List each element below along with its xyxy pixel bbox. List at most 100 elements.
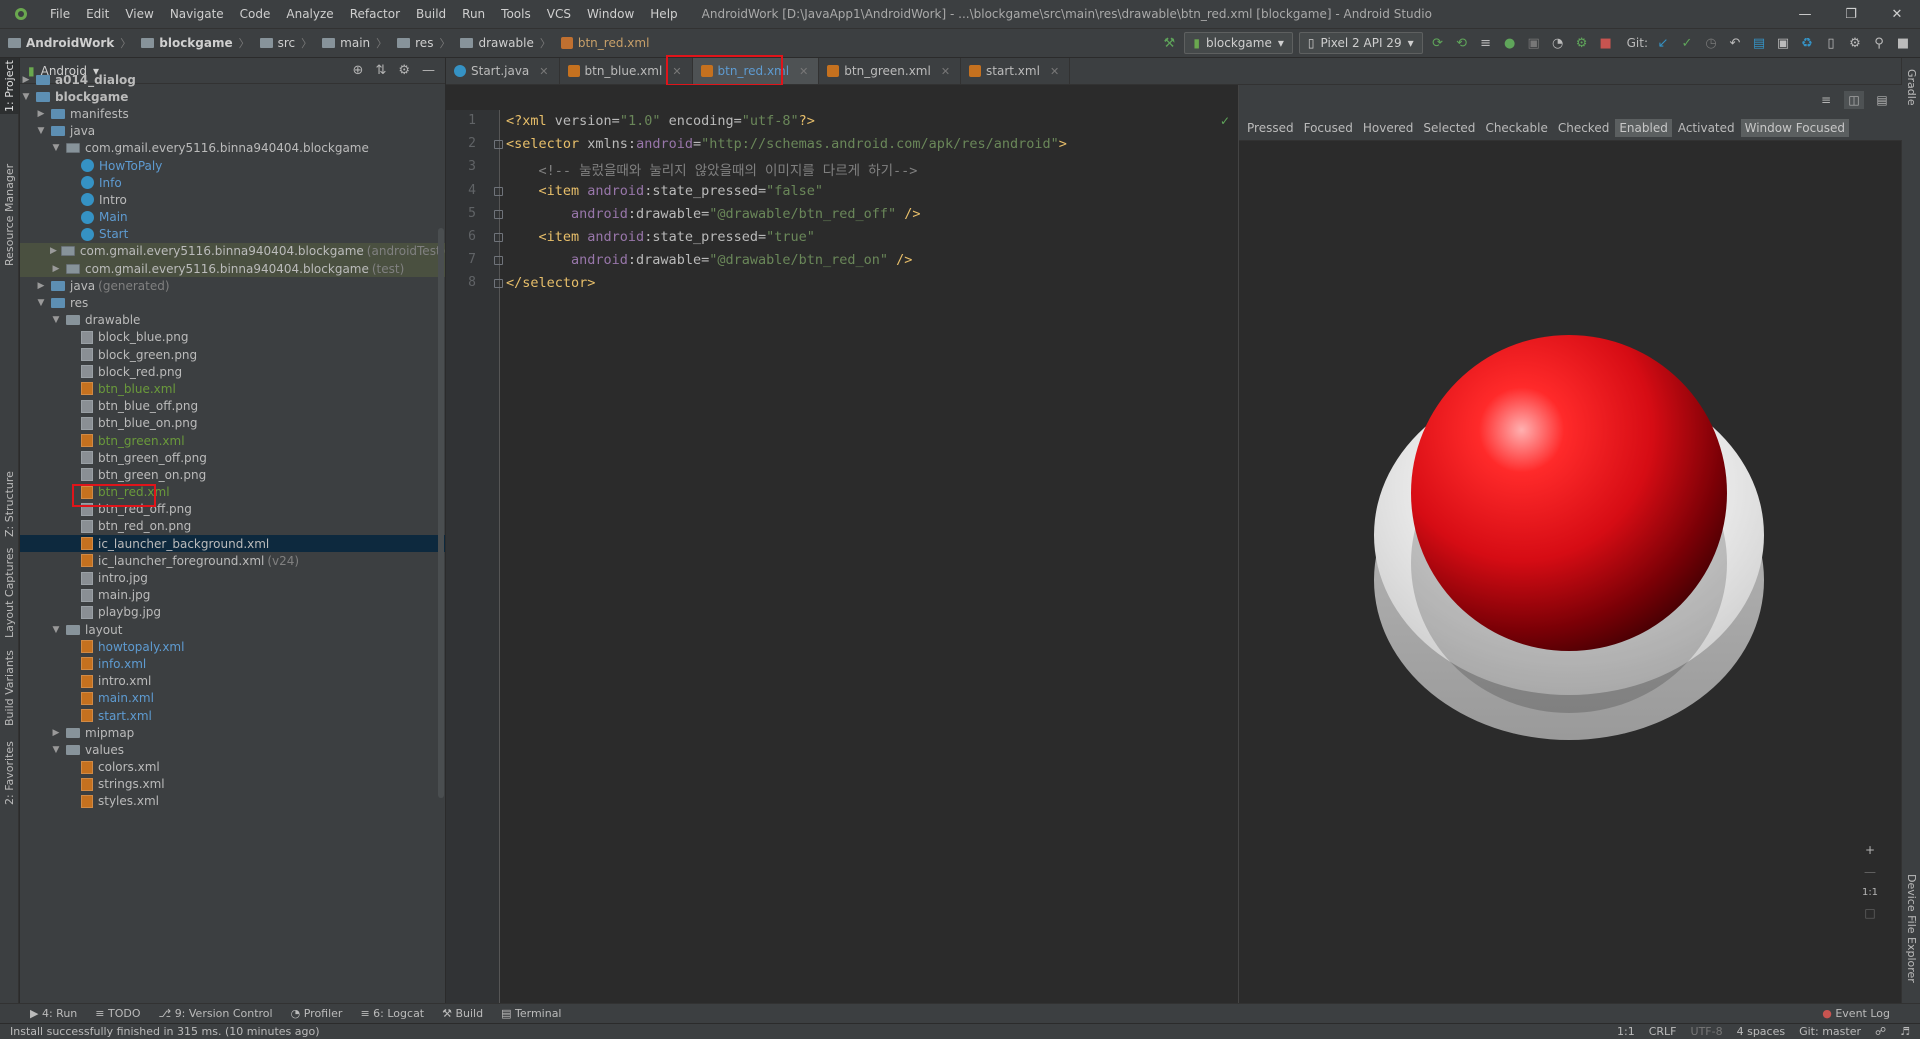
design-view-icon[interactable]: ▤ (1872, 91, 1892, 109)
tool-build[interactable]: ⚒ Build (442, 1007, 483, 1020)
menu-run[interactable]: Run (454, 7, 493, 21)
state-toggle-window-focused[interactable]: Window Focused (1740, 118, 1850, 137)
tree-item[interactable]: ▶Start (20, 226, 445, 243)
restore-icon[interactable]: ❐ (1828, 7, 1874, 22)
tree-item[interactable]: ▶howtopaly.xml (20, 638, 445, 655)
tree-item[interactable]: ▼ com.gmail.every5116.binna940404.blockga… (20, 140, 445, 157)
tree-item[interactable]: ▶block_green.png (20, 346, 445, 363)
tree-item[interactable]: ▼ drawable (20, 312, 445, 329)
collapsed-arrow-icon[interactable]: ▶ (35, 109, 47, 119)
tree-item[interactable]: ▶btn_green_off.png (20, 449, 445, 466)
fold-marker-icon[interactable] (494, 186, 503, 196)
menu-window[interactable]: Window (579, 7, 642, 21)
expanded-arrow-icon[interactable]: ▼ (50, 625, 62, 635)
tree-item[interactable]: ▶info.xml (20, 655, 445, 672)
git-commit-icon[interactable]: ✓ (1678, 34, 1696, 52)
tree-item[interactable]: ▶intro.jpg (20, 569, 445, 586)
tab-start-java[interactable]: Start.java ✕ (446, 58, 560, 84)
expanded-arrow-icon[interactable]: ▼ (50, 143, 62, 153)
zoom-in-icon[interactable]: + (1865, 843, 1875, 857)
tree-item[interactable]: ▶btn_green.xml (20, 432, 445, 449)
tree-item[interactable]: ▶btn_blue_off.png (20, 398, 445, 415)
collapsed-arrow-icon[interactable]: ▶ (50, 264, 62, 274)
user-icon[interactable]: ■ (1894, 34, 1912, 52)
state-toggle-activated[interactable]: Activated (1674, 119, 1739, 137)
tree-item[interactable]: ▶intro.xml (20, 673, 445, 690)
zoom-out-icon[interactable]: — (1864, 865, 1876, 879)
tree-item[interactable]: ▶ manifests (20, 105, 445, 122)
tree-item[interactable]: ▶playbg.jpg (20, 604, 445, 621)
split-view-icon[interactable]: ◫ (1844, 91, 1864, 109)
close-tab-icon[interactable]: ✕ (941, 65, 950, 78)
tool-event-log[interactable]: ● Event Log (1822, 1007, 1920, 1020)
menu-navigate[interactable]: Navigate (162, 7, 232, 21)
menu-build[interactable]: Build (408, 7, 454, 21)
tab-start-xml[interactable]: start.xml ✕ (961, 58, 1071, 84)
tree-item[interactable]: ▶Main (20, 209, 445, 226)
device-selector[interactable]: ▯ Pixel 2 API 29 ▾ (1298, 32, 1423, 54)
tree-item[interactable]: ▶ mipmap (20, 724, 445, 741)
tab-device-file-explorer[interactable]: Device File Explorer (1902, 858, 1920, 998)
tree-item[interactable]: ▶btn_green_on.png (20, 466, 445, 483)
tree-item[interactable]: ▼ values (20, 741, 445, 758)
menu-refactor[interactable]: Refactor (342, 7, 408, 21)
menu-view[interactable]: View (117, 7, 161, 21)
tree-item[interactable]: ▼ layout (20, 621, 445, 638)
file-encoding[interactable]: UTF-8 (1691, 1025, 1723, 1038)
hammer-build-icon[interactable]: ⚒ (1160, 34, 1178, 52)
tree-item[interactable]: ▶ java (generated) (20, 277, 445, 294)
menu-vcs[interactable]: VCS (539, 7, 579, 21)
tab-btn_green-xml[interactable]: btn_green.xml ✕ (819, 58, 962, 84)
menu-help[interactable]: Help (642, 7, 685, 21)
tree-item[interactable]: ▶HowToPaly (20, 157, 445, 174)
fold-marker-icon[interactable] (494, 140, 503, 150)
collapsed-arrow-icon[interactable]: ▶ (50, 246, 57, 256)
breadcrumb-module[interactable]: blockgame 〉 (133, 35, 251, 51)
tree-item[interactable]: ▶btn_blue.xml (20, 380, 445, 397)
tree-item[interactable]: ▶main.jpg (20, 587, 445, 604)
tab-project[interactable]: 1: Project (0, 58, 19, 114)
indent-setting[interactable]: 4 spaces (1737, 1025, 1786, 1038)
module-selector[interactable]: ▮ blockgame ▾ (1184, 32, 1293, 54)
tree-item[interactable]: ▶colors.xml (20, 759, 445, 776)
close-tab-icon[interactable]: ✕ (539, 65, 548, 78)
expanded-arrow-icon[interactable]: ▼ (50, 315, 62, 325)
close-window-icon[interactable]: ✕ (1874, 7, 1920, 22)
tab-gradle[interactable]: Gradle (1902, 62, 1920, 112)
tree-item[interactable]: ▼ res (20, 294, 445, 311)
state-toggle-pressed[interactable]: Pressed (1243, 119, 1298, 137)
collapsed-arrow-icon[interactable]: ▶ (50, 728, 62, 738)
expanded-arrow-icon[interactable]: ▼ (35, 126, 47, 136)
git-branch[interactable]: Git: master (1799, 1025, 1861, 1038)
menu-analyze[interactable]: Analyze (278, 7, 341, 21)
tree-item[interactable]: ▶ com.gmail.every5116.binna940404.blockga… (20, 260, 445, 278)
tree-item[interactable]: ▼ blockgame (20, 88, 445, 105)
attach-debugger-icon[interactable]: ⚙ (1573, 34, 1591, 52)
tree-item[interactable]: ▶styles.xml (20, 793, 445, 810)
tool-version-control[interactable]: ⎇ 9: Version Control (159, 1007, 273, 1020)
revert-icon[interactable]: ↶ (1726, 34, 1744, 52)
menu-edit[interactable]: Edit (78, 7, 117, 21)
tree-item[interactable]: ▼ java (20, 123, 445, 140)
tab-resource-manager[interactable]: Resource Manager (0, 150, 19, 280)
breadcrumb-file[interactable]: btn_red.xml (553, 36, 652, 50)
breadcrumb-res[interactable]: res 〉 (389, 35, 452, 51)
tree-item[interactable]: ▶ic_launcher_foreground.xml(v24) (20, 552, 445, 569)
lock-icon[interactable]: ☍ (1875, 1025, 1886, 1038)
tree-item[interactable]: ▶btn_blue_on.png (20, 415, 445, 432)
close-tab-icon[interactable]: ✕ (799, 65, 808, 78)
fold-marker-icon[interactable] (494, 279, 503, 289)
tree-item[interactable]: ▶Intro (20, 191, 445, 208)
tool-logcat[interactable]: ≡ 6: Logcat (360, 1007, 424, 1020)
state-toggle-hovered[interactable]: Hovered (1359, 119, 1418, 137)
menu-file[interactable]: File (42, 7, 78, 21)
tool-terminal[interactable]: ▤ Terminal (501, 1007, 561, 1020)
minimize-icon[interactable]: — (1782, 7, 1828, 22)
zoom-fit-icon[interactable]: □ (1864, 906, 1875, 920)
expanded-arrow-icon[interactable]: ▼ (50, 745, 62, 755)
caret-position[interactable]: 1:1 (1617, 1025, 1635, 1038)
close-tab-icon[interactable]: ✕ (1050, 65, 1059, 78)
menu-code[interactable]: Code (232, 7, 279, 21)
layout-inspector-icon[interactable]: ▣ (1774, 34, 1792, 52)
code-view-icon[interactable]: ≡ (1816, 91, 1836, 109)
